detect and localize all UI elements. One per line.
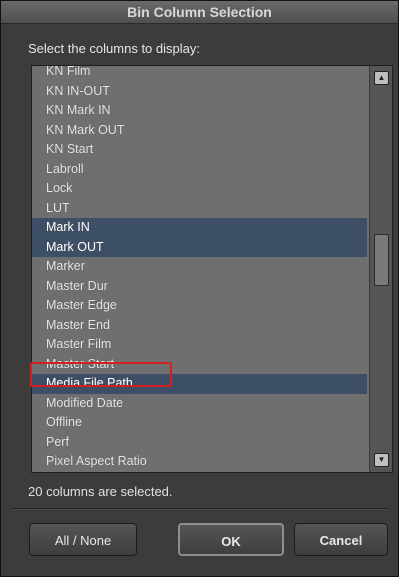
column-list-item[interactable]: Master Film xyxy=(32,335,367,355)
scroll-up-arrow-icon[interactable]: ▲ xyxy=(374,71,389,85)
selection-status: 20 columns are selected. xyxy=(28,484,173,499)
column-list-item[interactable]: Master Edge xyxy=(32,296,367,316)
column-list-item[interactable]: Mark OUT xyxy=(32,237,367,257)
column-list-item[interactable]: Pixel Aspect Ratio xyxy=(32,452,367,472)
scroll-thumb[interactable] xyxy=(374,234,389,286)
column-list-item[interactable]: Marker xyxy=(32,257,367,277)
column-list-item[interactable]: KN Film xyxy=(32,66,367,82)
dialog-title: Bin Column Selection xyxy=(1,1,398,24)
column-list[interactable]: KN Film KN IN-OUT KN Mark IN KN Mark OUT KN … xyxy=(31,65,393,473)
column-list-item[interactable]: KN IN-OUT xyxy=(32,82,367,102)
column-list-item[interactable]: Offline xyxy=(32,413,367,433)
scroll-down-arrow-icon[interactable]: ▼ xyxy=(374,453,389,467)
annotation-highlight-box xyxy=(30,362,172,387)
column-list-item[interactable]: Modified Date xyxy=(32,394,367,414)
column-list-item[interactable]: LUT xyxy=(32,199,367,219)
column-list-item[interactable]: Mark IN xyxy=(32,218,367,238)
column-list-items: KN Film KN IN-OUT KN Mark IN KN Mark OUT KN … xyxy=(32,66,367,473)
ok-button[interactable]: OK xyxy=(178,523,284,556)
all-none-button[interactable]: All / None xyxy=(29,523,137,556)
column-list-item[interactable]: Perf xyxy=(32,433,367,453)
column-list-item[interactable]: Labroll xyxy=(32,160,367,180)
cancel-button[interactable]: Cancel xyxy=(294,523,388,556)
column-list-item[interactable]: Master End xyxy=(32,316,367,336)
column-list-item[interactable]: KN Mark IN xyxy=(32,101,367,121)
column-list-item[interactable]: Master Dur xyxy=(32,277,367,297)
separator xyxy=(11,508,389,509)
column-list-item[interactable]: Lock xyxy=(32,179,367,199)
vertical-scrollbar[interactable]: ▲ ▼ xyxy=(369,66,392,472)
column-list-item[interactable]: KN Mark OUT xyxy=(32,121,367,141)
instruction-text: Select the columns to display: xyxy=(28,41,200,56)
column-list-item[interactable]: KN Start xyxy=(32,140,367,160)
bin-column-selection-dialog: Bin Column Selection Select the columns … xyxy=(0,0,399,577)
column-list-item[interactable]: Plug-in xyxy=(32,472,367,473)
